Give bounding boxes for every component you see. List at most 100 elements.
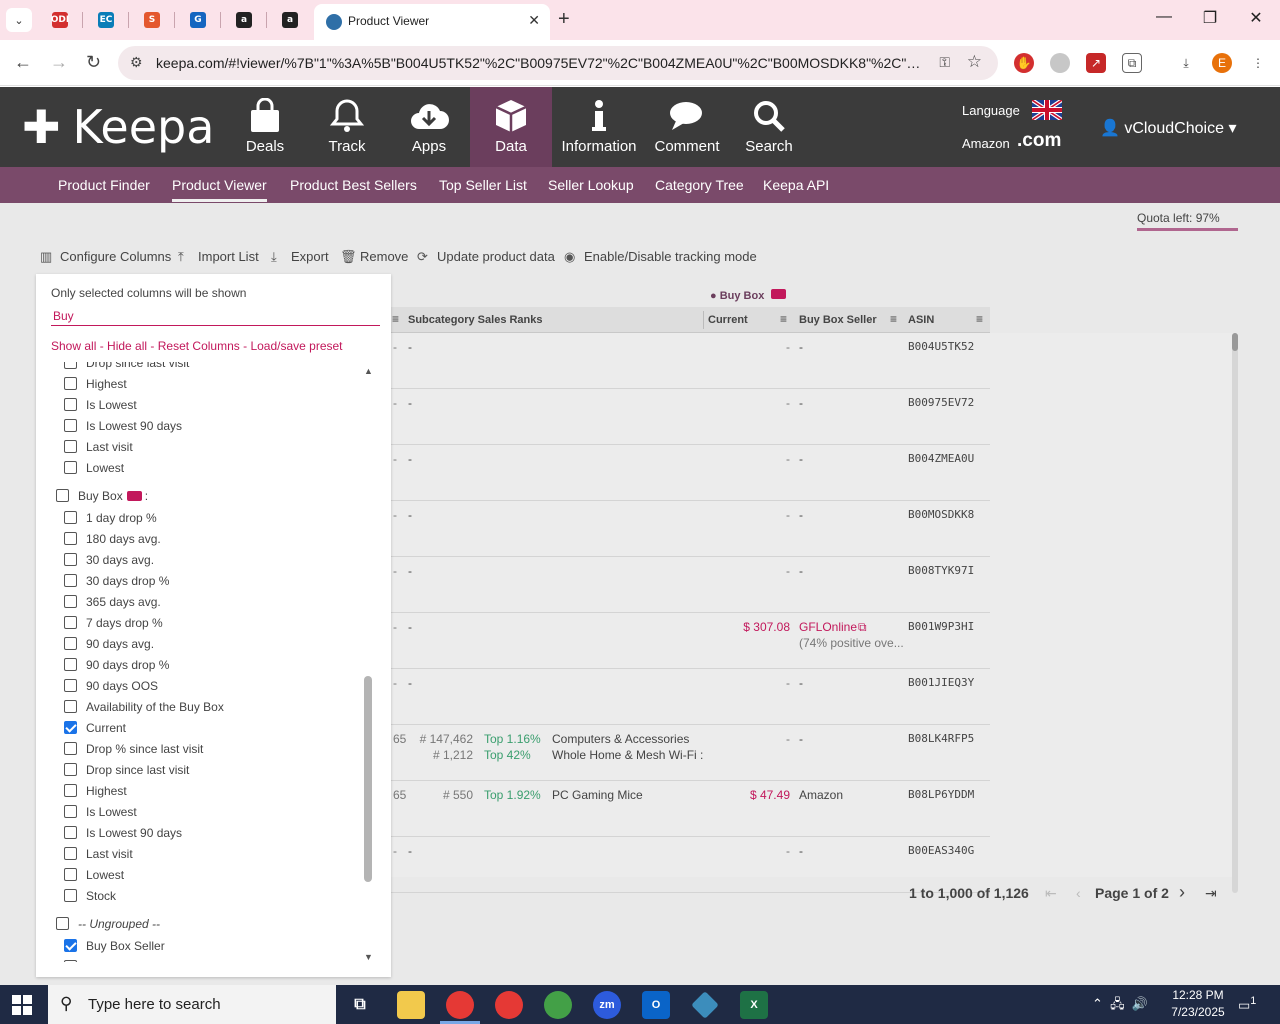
file-explorer-icon[interactable] <box>397 991 425 1019</box>
pinned-tab[interactable]: a <box>278 8 302 32</box>
column-option[interactable]: Current <box>64 717 126 738</box>
table-row[interactable]: - - - - B00MOSDKK8 <box>390 501 990 557</box>
grid-scrollbar[interactable] <box>1232 333 1238 893</box>
site-info-icon[interactable]: ⚙ <box>130 54 143 71</box>
checkbox[interactable] <box>64 616 77 629</box>
close-window-button[interactable]: ✕ <box>1233 8 1279 28</box>
checkbox[interactable] <box>64 826 77 839</box>
checkbox[interactable] <box>64 637 77 650</box>
checkbox[interactable] <box>64 419 77 432</box>
column-option[interactable]: 1 day drop % <box>64 507 157 528</box>
table-row[interactable]: - - - - B008TYK97I <box>390 557 990 613</box>
reload-button[interactable]: ↻ <box>86 52 101 73</box>
nav-deals[interactable]: Deals <box>225 87 305 167</box>
panel-link-reset-columns[interactable]: Reset Columns <box>158 339 240 353</box>
subnav-item[interactable]: Seller Lookup <box>548 177 634 193</box>
column-menu-icon[interactable]: ≡ <box>890 312 897 326</box>
table-row[interactable]: 65 # 147,462 Top 1.16% Computers & Accessor… <box>390 725 990 781</box>
clock[interactable]: 12:28 PM 7/23/2025 <box>1165 987 1231 1021</box>
nav-data[interactable]: Data <box>470 87 552 167</box>
outlook-icon[interactable]: O <box>642 991 670 1019</box>
checkbox[interactable] <box>64 532 77 545</box>
nav-search[interactable]: Search <box>729 87 809 167</box>
header-asin[interactable]: ASIN <box>908 314 934 326</box>
nav-apps[interactable]: Apps <box>389 87 469 167</box>
system-tray[interactable]: ⌃ 🖧 🔊 <box>1092 995 1148 1017</box>
column-option[interactable]: 180 days avg. <box>64 528 161 549</box>
column-option[interactable]: Availability of the Buy Box <box>64 696 224 717</box>
checkbox[interactable] <box>64 700 77 713</box>
browser-menu-icon[interactable]: ⋮ <box>1248 53 1268 73</box>
checkbox[interactable] <box>64 742 77 755</box>
prev-page-icon[interactable]: ‹ <box>1076 885 1081 901</box>
chrome-profile-icon[interactable] <box>495 991 523 1019</box>
checkbox-checked[interactable] <box>64 721 77 734</box>
table-row[interactable]: - - - - B001JIEQ3Y <box>390 669 990 725</box>
subnav-item[interactable]: Product Finder <box>58 177 150 193</box>
checkbox[interactable] <box>64 377 77 390</box>
checkbox[interactable] <box>64 398 77 411</box>
checkbox[interactable] <box>64 658 77 671</box>
table-row[interactable]: 65 # 550 Top 1.92% PC Gaming Mice $ 47.49 Ama… <box>390 781 990 837</box>
column-option[interactable]: Is Lowest 90 days <box>64 415 182 436</box>
zoom-icon[interactable]: zm <box>593 991 621 1019</box>
pdf-extension-icon[interactable]: ↗ <box>1086 53 1106 73</box>
amazon-domain-selector[interactable]: .com <box>1017 130 1061 152</box>
external-link-icon[interactable]: ⧉ <box>858 620 867 635</box>
column-option[interactable]: 30 days drop % <box>64 570 169 591</box>
forward-button[interactable]: → <box>50 52 68 73</box>
column-option[interactable]: Drop since last visit <box>64 362 189 373</box>
excel-icon[interactable]: X <box>740 991 768 1019</box>
table-row[interactable]: - - $ 307.08 GFLOnline ⧉ (74% positive ove...… <box>390 613 990 669</box>
column-option[interactable]: Is Lowest <box>64 394 137 415</box>
checkbox-checked[interactable] <box>64 939 77 952</box>
checkbox[interactable] <box>64 574 77 587</box>
pinned-tab[interactable]: EC <box>94 8 118 32</box>
subnav-item[interactable]: Category Tree <box>655 177 744 193</box>
task-view-icon[interactable]: ⧉ <box>346 991 374 1019</box>
column-option[interactable]: 30 days avg. <box>64 549 154 570</box>
column-option[interactable]: 7 days drop % <box>64 612 163 633</box>
column-menu-icon[interactable]: ≡ <box>780 312 787 326</box>
column-option[interactable]: Last visit <box>64 436 133 457</box>
subnav-item[interactable]: Product Viewer <box>172 177 267 202</box>
downloads-icon[interactable]: ⤓ <box>1176 53 1196 73</box>
column-option[interactable]: Lowest <box>64 457 124 478</box>
column-option[interactable]: Drop % since last visit <box>64 738 203 759</box>
checkbox[interactable] <box>64 868 77 881</box>
column-option[interactable]: 90 days OOS <box>64 675 158 696</box>
password-key-icon[interactable]: ⚿ <box>939 54 950 71</box>
address-bar[interactable]: ⚙ keepa.com/#!viewer/%7B"1"%3A%5B"B004U5… <box>118 46 998 80</box>
checkbox[interactable] <box>64 461 77 474</box>
column-menu-icon[interactable]: ≡ <box>976 312 983 326</box>
checkbox[interactable] <box>64 362 77 369</box>
nav-comment[interactable]: Comment <box>647 87 727 167</box>
column-option[interactable]: 365 days avg. <box>64 591 161 612</box>
last-page-icon[interactable]: ⇥ <box>1205 885 1217 902</box>
cell-seller[interactable]: Amazon <box>799 788 843 802</box>
column-option[interactable]: Highest <box>64 373 127 394</box>
column-option[interactable]: Drop since last visit <box>64 759 189 780</box>
checkbox[interactable] <box>64 805 77 818</box>
close-tab-icon[interactable]: ✕ <box>528 12 540 29</box>
header-current[interactable]: Current <box>708 314 748 326</box>
checkbox[interactable] <box>64 960 77 962</box>
column-option[interactable]: 90 days avg. <box>64 633 154 654</box>
minimize-button[interactable]: — <box>1141 8 1187 26</box>
panel-link-hide-all[interactable]: Hide all <box>107 339 147 353</box>
back-button[interactable]: ← <box>14 52 32 73</box>
chrome-icon[interactable] <box>446 991 474 1019</box>
column-option[interactable]: Buy Box Seller <box>64 935 165 956</box>
subnav-item[interactable]: Keepa API <box>763 177 829 193</box>
column-option[interactable]: 90 days drop % <box>64 654 169 675</box>
subnav-item[interactable]: Product Best Sellers <box>290 177 417 193</box>
restore-button[interactable]: ❐ <box>1187 8 1233 28</box>
taskbar-search[interactable]: ⚲ Type here to search <box>48 985 336 1024</box>
action-remove[interactable]: 🗑 Remove <box>340 249 408 265</box>
checkbox[interactable] <box>64 889 77 902</box>
column-option[interactable]: Lowest <box>64 864 124 885</box>
column-option[interactable]: Last visit <box>64 843 133 864</box>
pinned-tab[interactable]: ODI <box>48 8 72 32</box>
chrome-alt-icon[interactable] <box>544 991 572 1019</box>
table-row[interactable]: - - - - B004ZMEA0U <box>390 445 990 501</box>
